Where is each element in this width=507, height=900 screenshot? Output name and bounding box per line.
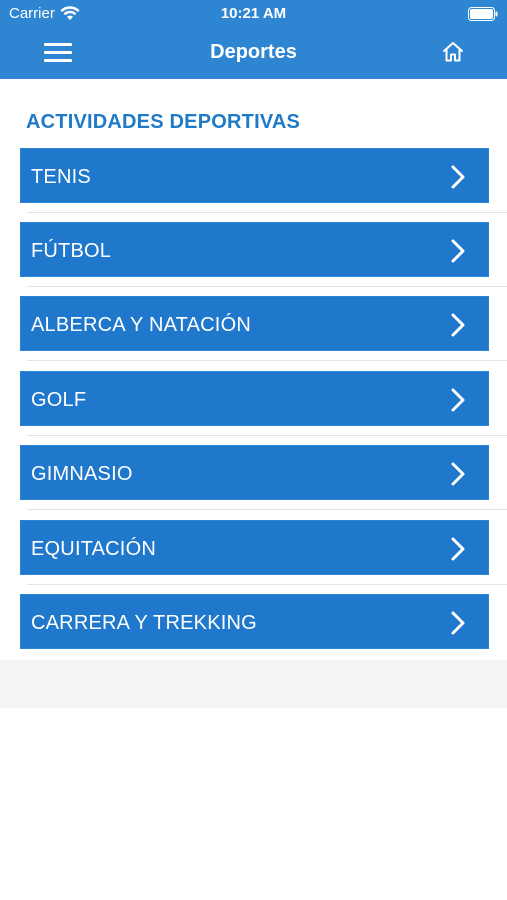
chevron-right-icon [451,313,465,337]
list-item-equitacion[interactable]: EQUITACIÓN [20,520,489,575]
navigation-bar: Deportes [0,28,507,79]
chevron-right-icon [451,462,465,486]
divider [27,509,507,510]
status-bar: Carrier 10:21 AM [0,0,507,28]
main-content: ACTIVIDADES DEPORTIVAS TENIS FÚTBOL ALBE… [0,79,507,660]
divider [27,212,507,213]
chevron-right-icon [451,388,465,412]
footer-band [0,660,507,708]
list-item-tenis[interactable]: TENIS [20,148,489,203]
list-item-carrera-trekking[interactable]: CARRERA Y TREKKING [20,594,489,649]
list-item-label: TENIS [31,166,91,188]
divider [27,584,507,585]
section-title: ACTIVIDADES DEPORTIVAS [26,111,301,133]
divider [27,286,507,287]
page-title: Deportes [210,41,297,63]
chevron-right-icon [451,537,465,561]
chevron-right-icon [451,611,465,635]
list-item-label: FÚTBOL [31,240,112,262]
list-item-label: GOLF [31,389,87,411]
home-icon[interactable] [441,40,465,64]
battery-icon [468,7,498,21]
list-item-label: CARRERA Y TREKKING [31,612,257,634]
list-item-label: ALBERCA Y NATACIÓN [31,314,251,336]
status-time: 10:21 AM [220,5,287,22]
list-item-alberca-natacion[interactable]: ALBERCA Y NATACIÓN [20,296,489,351]
chevron-right-icon [451,165,465,189]
divider [27,360,507,361]
chevron-right-icon [451,239,465,263]
divider [27,435,507,436]
list-item-futbol[interactable]: FÚTBOL [20,222,489,277]
list-item-label: GIMNASIO [31,463,133,485]
list-item-label: EQUITACIÓN [31,538,156,560]
list-item-golf[interactable]: GOLF [20,371,489,426]
top-bar: Carrier 10:21 AM Deportes [0,0,507,79]
list-item-gimnasio[interactable]: GIMNASIO [20,445,489,500]
